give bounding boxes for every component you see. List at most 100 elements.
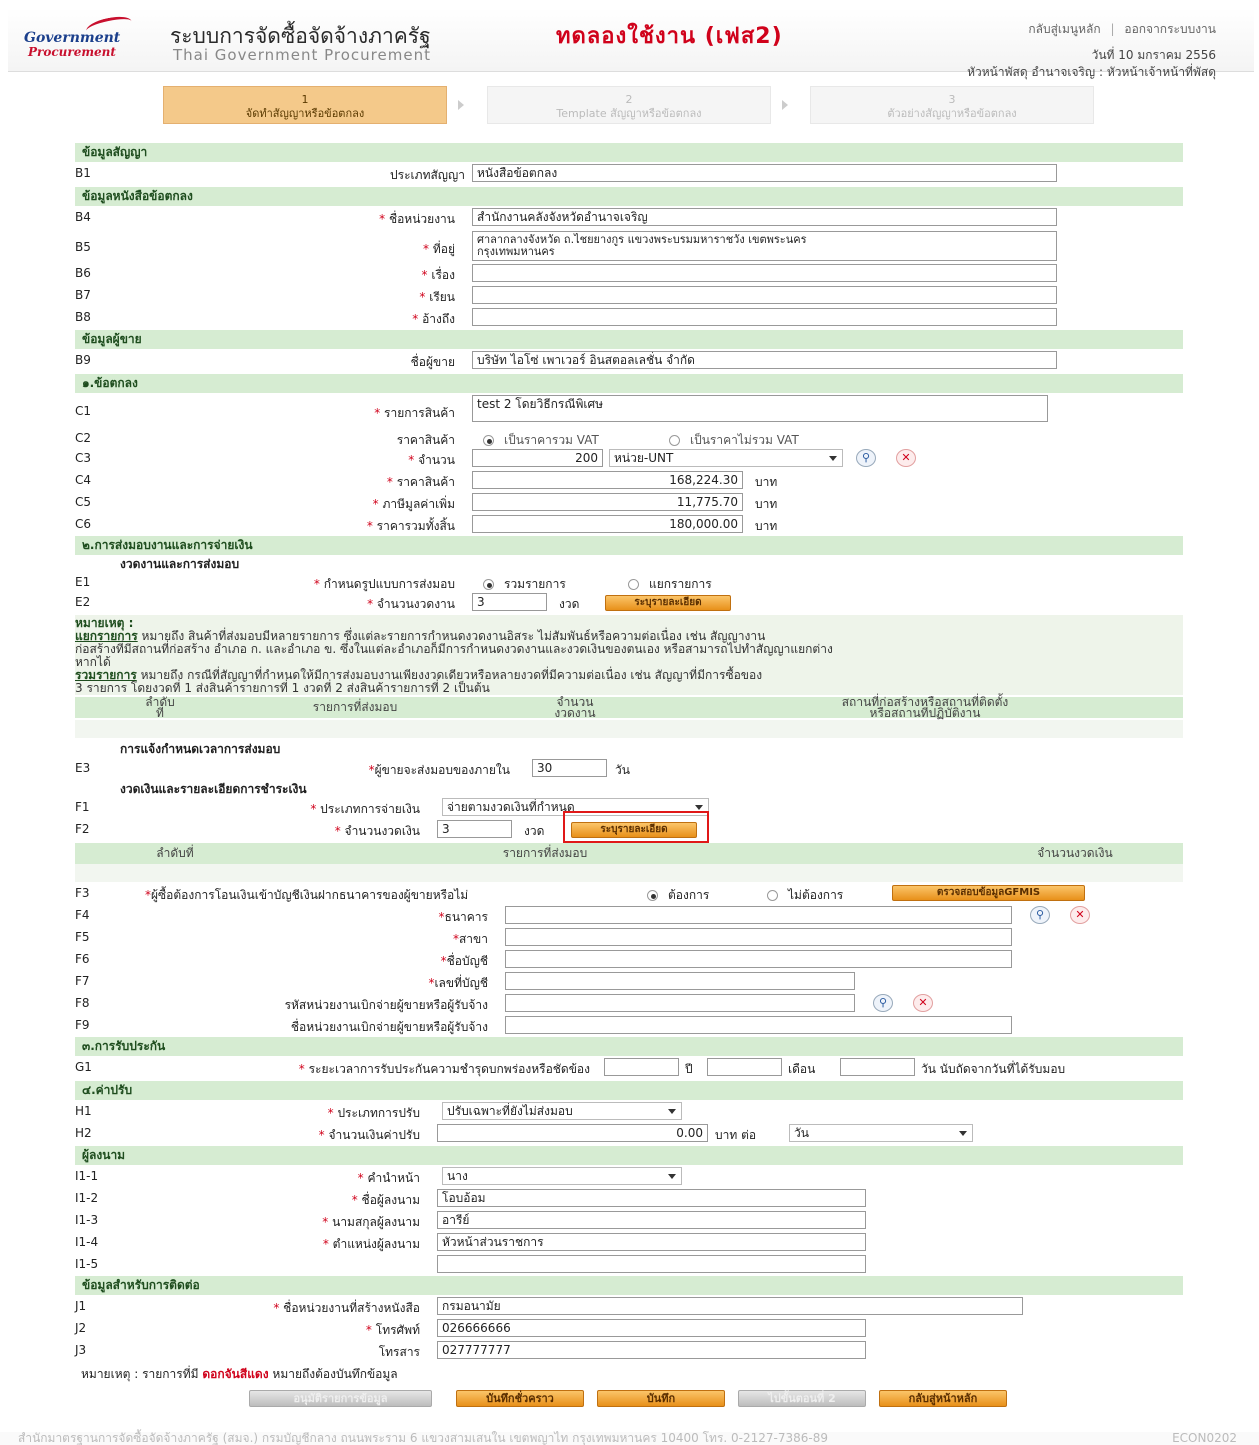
deliver-days-field[interactable]: 30 xyxy=(532,759,607,777)
step-2-num: 2 xyxy=(625,93,633,106)
required-mark: * xyxy=(318,1128,325,1142)
penalty-per-select[interactable]: วัน xyxy=(789,1124,973,1142)
radio-no-label: ไม่ต้องการ xyxy=(788,888,844,902)
save-button[interactable]: บันทึก xyxy=(597,1390,725,1407)
price-field[interactable]: 168,224.30 xyxy=(472,471,743,489)
radio-separate[interactable]: แยกรายการ xyxy=(628,575,712,594)
th-items: รายการที่ส่งมอบ xyxy=(312,700,398,714)
label-ref-text: อ้างถึง xyxy=(422,312,455,326)
radio-want-transfer[interactable]: ต้องการ xyxy=(647,886,709,905)
disburse-name-field[interactable] xyxy=(505,1016,1012,1034)
pay-installments-field[interactable]: 3 xyxy=(437,820,512,838)
code-i1-1: I1-1 xyxy=(75,1169,99,1183)
home-link[interactable]: กลับสู่เมนูหลัก xyxy=(1028,22,1100,36)
radio-dot-icon xyxy=(628,579,639,590)
work-installments-field[interactable]: 3 xyxy=(472,593,547,611)
phone-field[interactable]: 026666666 xyxy=(437,1319,866,1337)
disburse-code-field[interactable] xyxy=(505,994,855,1012)
search-icon[interactable]: ⚲ xyxy=(1030,906,1050,924)
save-draft-button[interactable]: บันทึกชั่วคราว xyxy=(456,1390,584,1407)
search-icon[interactable]: ⚲ xyxy=(856,449,876,467)
required-mark: * xyxy=(386,475,393,489)
clear-icon[interactable]: ✕ xyxy=(1070,906,1090,924)
search-icon[interactable]: ⚲ xyxy=(873,994,893,1012)
row-i1-1: I1-1 * คำนำหน้า นาง xyxy=(75,1167,1183,1189)
contract-type-field[interactable]: หนังสือข้อตกลง xyxy=(472,164,1057,182)
row-c6: C6 * ราคารวมทั้งสิ้น 180,000.00 บาท xyxy=(75,515,1183,537)
code-b1: B1 xyxy=(75,166,91,180)
label-branch: *สาขา xyxy=(325,930,488,949)
radio-dot-icon xyxy=(647,890,658,901)
work-detail-button[interactable]: ระบุรายละเอียด xyxy=(605,595,731,611)
page-header: Government Procurement ระบบการจัดซื้อจัด… xyxy=(8,8,1254,79)
warranty-months-field[interactable] xyxy=(707,1058,782,1076)
branch-field[interactable] xyxy=(505,928,1012,946)
step-2-label: Template สัญญาหรือข้อตกลง xyxy=(556,107,702,120)
label-pay-type: * ประเภทการจ่ายเงิน xyxy=(195,800,420,819)
logout-link[interactable]: ออกจากระบบงาน xyxy=(1124,22,1216,36)
subject-field[interactable] xyxy=(472,264,1057,282)
label-agency-text: ชื่อหน่วยงาน xyxy=(388,212,455,226)
penalty-amount-field[interactable]: 0.00 xyxy=(437,1124,708,1142)
creator-agency-field[interactable]: กรมอนามัย xyxy=(437,1297,1023,1315)
radio-combined[interactable]: รวมรายการ xyxy=(483,575,566,594)
code-f9: F9 xyxy=(75,1018,90,1032)
warranty-days-field[interactable] xyxy=(840,1058,915,1076)
row-b7: B7 * เรียน xyxy=(75,286,1183,308)
label-qty: * จำนวน xyxy=(255,451,455,470)
next-step-button[interactable]: ไปขั้นตอนที่ 2 xyxy=(738,1390,866,1407)
approve-button[interactable]: อนุมัติรายการข้อมูล xyxy=(249,1390,432,1407)
gfmis-check-button[interactable]: ตรวจสอบข้อมูลGFMIS xyxy=(892,885,1085,901)
reference-field[interactable] xyxy=(472,308,1057,326)
vat-field[interactable]: 11,775.70 xyxy=(472,493,743,511)
step-1[interactable]: 1 จัดทำสัญญาหรือข้อตกลง xyxy=(163,86,447,124)
step-arrow-icon xyxy=(458,100,464,110)
signer-last-name-field[interactable]: อารีย์ xyxy=(437,1211,866,1229)
agency-name-field[interactable]: สำนักงานคลังจังหวัดอำนาจเจริญ xyxy=(472,208,1057,226)
goods-field[interactable]: test 2 โดยวิธีกรณีพิเศษ xyxy=(472,395,1048,422)
code-g1: G1 xyxy=(75,1060,92,1074)
penalty-per-value: วัน xyxy=(794,1126,809,1140)
back-home-button[interactable]: กลับสู่หน้าหลัก xyxy=(879,1390,1007,1407)
footer-code: ECON0202 xyxy=(1172,1431,1237,1445)
radio-separate-label: แยกรายการ xyxy=(649,577,712,591)
fax-field[interactable]: 027777777 xyxy=(437,1341,866,1359)
subsection-delivery: งวดงานและการส่งมอบ xyxy=(120,557,240,571)
radio-dot-icon xyxy=(483,579,494,590)
bank-field[interactable] xyxy=(505,906,1012,924)
chevron-down-icon xyxy=(959,1131,967,1136)
row-j1: J1 * ชื่อหน่วยงานที่สร้างหนังสือ กรมอนามัย xyxy=(75,1297,1183,1319)
required-mark: * xyxy=(357,1171,364,1185)
signer-position-field[interactable]: หัวหน้าส่วนราชการ xyxy=(437,1233,866,1251)
remark-combined-2: 3 รายการ โดยงวดที่ 1 ส่งสินค้ารายการที่ … xyxy=(75,681,490,695)
total-field[interactable]: 180,000.00 xyxy=(472,515,743,533)
quantity-field[interactable]: 200 xyxy=(472,449,603,467)
label-phone-text: โทรศัพท์ xyxy=(375,1323,420,1337)
footer-address: สำนักมาตรฐานการจัดซื้อจัดจ้างภาครัฐ (สมจ… xyxy=(18,1431,829,1445)
label-to-text: เรียน xyxy=(429,290,455,304)
account-name-field[interactable] xyxy=(505,950,1012,968)
address-field[interactable]: ศาลากลางจังหวัด ถ.ไชยยางกูร แขวงพระบรมมห… xyxy=(472,231,1057,261)
prefix-select[interactable]: นาง xyxy=(442,1167,682,1185)
label-address: * ที่อยู่ xyxy=(255,240,455,259)
deliver-days-unit: วัน xyxy=(615,763,630,777)
unit-select[interactable]: หน่วย-UNT xyxy=(609,449,843,467)
radio-excl-vat[interactable]: เป็นราคาไม่รวม VAT xyxy=(669,431,799,450)
signer-extra-field[interactable] xyxy=(437,1255,866,1273)
label-contract-type: ประเภทสัญญา xyxy=(390,168,465,182)
label-address-text: ที่อยู่ xyxy=(432,242,455,256)
step-2[interactable]: 2 Template สัญญาหรือข้อตกลง xyxy=(487,86,771,124)
account-number-field[interactable] xyxy=(505,972,855,990)
clear-icon[interactable]: ✕ xyxy=(913,994,933,1012)
warranty-years-field[interactable] xyxy=(604,1058,679,1076)
clear-icon[interactable]: ✕ xyxy=(896,449,916,467)
radio-no-transfer[interactable]: ไม่ต้องการ xyxy=(767,886,843,905)
seller-name-field[interactable]: บริษัท ไอโซ่ เพาเวอร์ อินสตอลเลชั่น จำกั… xyxy=(472,351,1057,369)
code-b8: B8 xyxy=(75,310,91,324)
signer-first-name-field[interactable]: โอบอ้อม xyxy=(437,1189,866,1207)
addressee-field[interactable] xyxy=(472,286,1057,304)
logo-line2: Procurement xyxy=(28,45,116,59)
step-3[interactable]: 3 ตัวอย่างสัญญาหรือข้อตกลง xyxy=(810,86,1094,124)
penalty-type-select[interactable]: ปรับเฉพาะที่ยังไม่ส่งมอบ xyxy=(442,1102,682,1120)
radio-incl-vat[interactable]: เป็นราคารวม VAT xyxy=(483,431,599,450)
